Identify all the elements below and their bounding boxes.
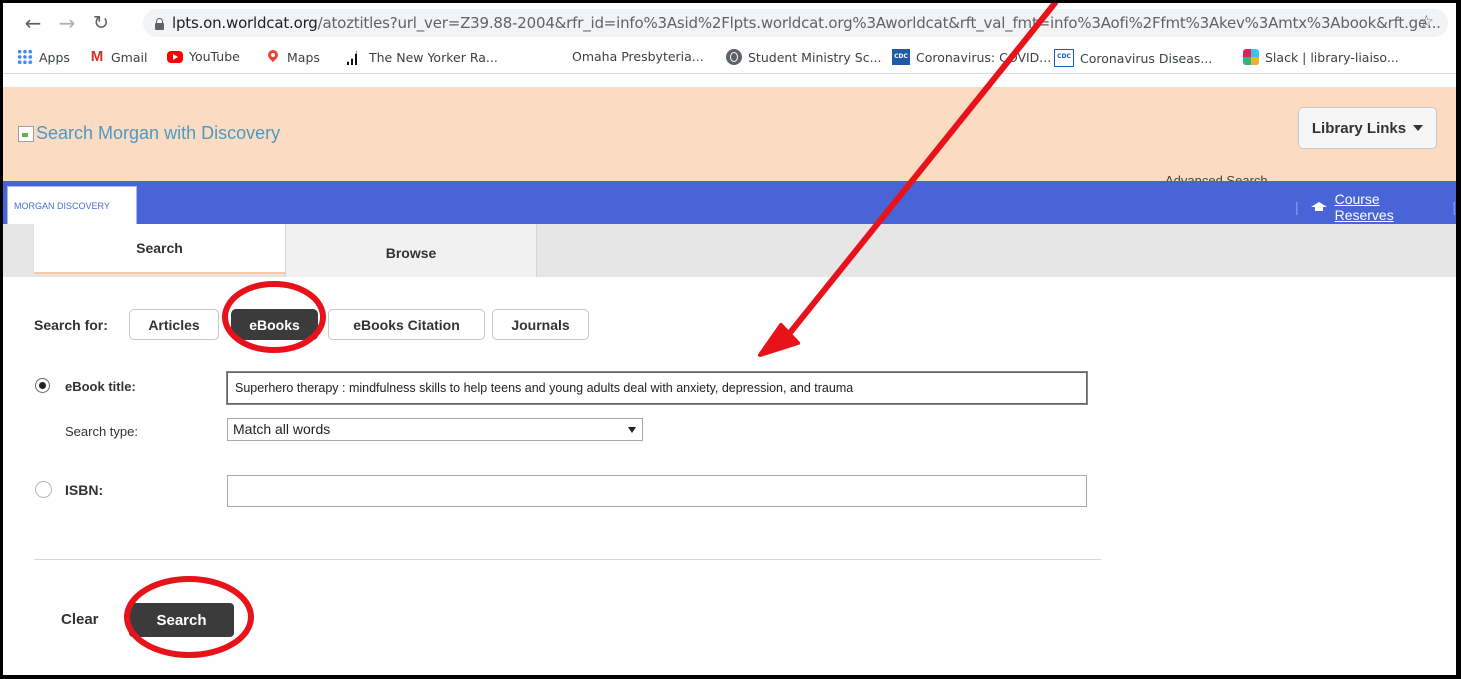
ebook-title-label: eBook title: <box>65 379 136 394</box>
lock-icon[interactable] <box>155 17 164 30</box>
graduation-cap-icon <box>1310 202 1327 212</box>
bookmark-maps[interactable]: Maps <box>265 49 320 65</box>
search-type-select[interactable]: Match all words <box>227 418 643 441</box>
isbn-input[interactable] <box>227 475 1087 507</box>
ebooks-citation-button[interactable]: eBooks Citation <box>328 309 485 340</box>
form-divider <box>34 559 1101 560</box>
youtube-icon <box>167 50 183 63</box>
tab-search[interactable]: Search <box>34 224 285 274</box>
tab-browse[interactable]: Browse <box>285 224 537 277</box>
site-header: Search Morgan with Discovery Library Lin… <box>3 87 1456 181</box>
gmail-icon: M <box>90 48 104 65</box>
back-arrow-icon[interactable]: ← <box>19 11 47 35</box>
nav-separator: | <box>1295 199 1299 215</box>
discovery-logo-link[interactable]: Search Morgan with Discovery <box>18 123 280 144</box>
cdc-icon: CDC <box>1054 49 1074 67</box>
annotation-arrowhead <box>758 323 800 357</box>
apps-icon <box>17 49 33 65</box>
search-button[interactable]: Search <box>129 603 234 637</box>
address-bar[interactable]: lpts.on.worldcat.org/atoztitles?url_ver=… <box>143 9 1448 37</box>
bookmark-slack[interactable]: Slack | library-liaiso... <box>1243 49 1399 65</box>
search-type-label: Search type: <box>65 424 138 439</box>
bookmark-gmail[interactable]: M Gmail <box>89 48 148 65</box>
bookmarks-bar: Apps M Gmail YouTube Maps The New Yorker … <box>3 43 1456 74</box>
site-nav-bar <box>3 181 1456 224</box>
bookmark-coronavirus-covid[interactable]: CDC Coronavirus: COVID... <box>892 49 1051 65</box>
bookmark-apps[interactable]: Apps <box>17 49 70 65</box>
nav-separator: | <box>1452 199 1456 215</box>
bookmark-youtube[interactable]: YouTube <box>167 49 240 64</box>
globe-icon <box>726 49 742 65</box>
caret-down-icon <box>1413 125 1424 131</box>
screenshot-frame: ← → ↻ lpts.on.worldcat.org/atoztitles?ur… <box>3 3 1456 675</box>
bookmark-omaha[interactable]: Omaha Presbyteria... <box>572 49 704 64</box>
dropdown-arrow-icon <box>628 427 636 433</box>
slack-icon <box>1243 49 1259 65</box>
reload-icon[interactable]: ↻ <box>87 12 115 34</box>
isbn-label: ISBN: <box>65 482 104 498</box>
course-reserves-link[interactable]: | Course Reserves | <box>1295 191 1456 223</box>
broken-image-icon <box>18 125 34 142</box>
isbn-radio[interactable] <box>35 481 52 498</box>
url-text[interactable]: lpts.on.worldcat.org/atoztitles?url_ver=… <box>172 14 1441 32</box>
bookmark-student-ministry[interactable]: Student Ministry Sc... <box>726 49 881 65</box>
ebook-title-radio[interactable] <box>35 378 50 393</box>
bookmark-coronavirus-disease[interactable]: CDC Coronavirus Diseas... <box>1054 49 1212 67</box>
maps-icon <box>265 49 281 65</box>
bookmark-new-yorker[interactable]: The New Yorker Ra... <box>347 49 498 65</box>
bookmark-star-icon[interactable]: ☆ <box>1419 12 1434 32</box>
new-yorker-icon <box>347 50 360 65</box>
library-links-button[interactable]: Library Links <box>1298 107 1437 149</box>
browser-toolbar: ← → ↻ lpts.on.worldcat.org/atoztitles?ur… <box>3 3 1456 43</box>
ebooks-button[interactable]: eBooks <box>231 309 318 340</box>
search-for-label: Search for: <box>34 317 108 333</box>
journals-button[interactable]: Journals <box>492 309 589 340</box>
forward-arrow-icon[interactable]: → <box>53 11 81 35</box>
advanced-search-link[interactable]: Advanced Search <box>1165 169 1275 181</box>
course-reserves-text[interactable]: Course Reserves <box>1335 191 1443 223</box>
ebook-title-input[interactable]: Superhero therapy : mindfulness skills t… <box>227 372 1087 404</box>
clear-button[interactable]: Clear <box>61 611 99 628</box>
cdc-icon: CDC <box>892 49 910 65</box>
tab-morgan-discovery[interactable]: MORGAN DISCOVERY <box>7 186 137 224</box>
articles-button[interactable]: Articles <box>129 309 219 340</box>
